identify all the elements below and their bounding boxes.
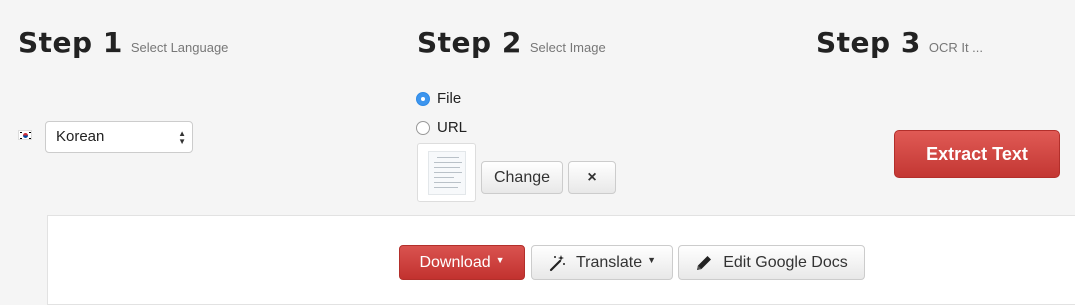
step-3-header: Step 3 OCR It ...	[816, 26, 983, 59]
step-1-header: Step 1 Select Language	[18, 26, 228, 59]
radio-label: URL	[437, 119, 468, 136]
step-title: Step 2	[417, 26, 522, 59]
step-2-header: Step 2 Select Image	[417, 26, 606, 59]
pencil-icon	[695, 254, 713, 272]
download-button-label: Download	[419, 253, 491, 271]
language-select[interactable]: Korean ▲ ▼	[45, 121, 193, 153]
radio-unchecked-icon[interactable]	[416, 120, 430, 135]
select-arrows-icon: ▲ ▼	[178, 129, 186, 146]
edit-google-docs-button[interactable]: Edit Google Docs	[678, 245, 865, 280]
step-subtitle: Select Language	[130, 40, 229, 55]
step-title: Step 1	[18, 26, 123, 59]
change-image-button[interactable]: Change	[481, 161, 563, 194]
close-icon: ×	[587, 168, 597, 186]
translate-button[interactable]: Translate ▼	[531, 245, 673, 280]
source-url-radio[interactable]: URL	[416, 119, 467, 136]
remove-image-button[interactable]: ×	[568, 161, 616, 194]
source-file-radio[interactable]: File	[416, 90, 461, 107]
korea-flag-icon	[18, 130, 32, 140]
caret-down-icon: ▼	[495, 254, 505, 265]
translate-button-label: Translate	[575, 253, 643, 271]
image-thumbnail	[417, 143, 476, 202]
extract-button-label: Extract Text	[926, 143, 1028, 164]
radio-label: File	[437, 90, 462, 107]
extract-text-button[interactable]: Extract Text	[894, 130, 1060, 178]
download-button[interactable]: Download ▼	[399, 245, 525, 280]
magic-wand-icon	[548, 254, 566, 272]
caret-down-icon: ▼	[647, 254, 657, 265]
document-preview-icon	[428, 151, 466, 195]
change-button-label: Change	[493, 168, 551, 186]
radio-checked-icon[interactable]	[416, 91, 430, 106]
edit-google-docs-label: Edit Google Docs	[723, 253, 848, 271]
language-select-value: Korean	[56, 128, 105, 145]
step-subtitle: OCR It ...	[928, 40, 983, 55]
step-subtitle: Select Image	[529, 40, 606, 55]
step-title: Step 3	[816, 26, 921, 59]
